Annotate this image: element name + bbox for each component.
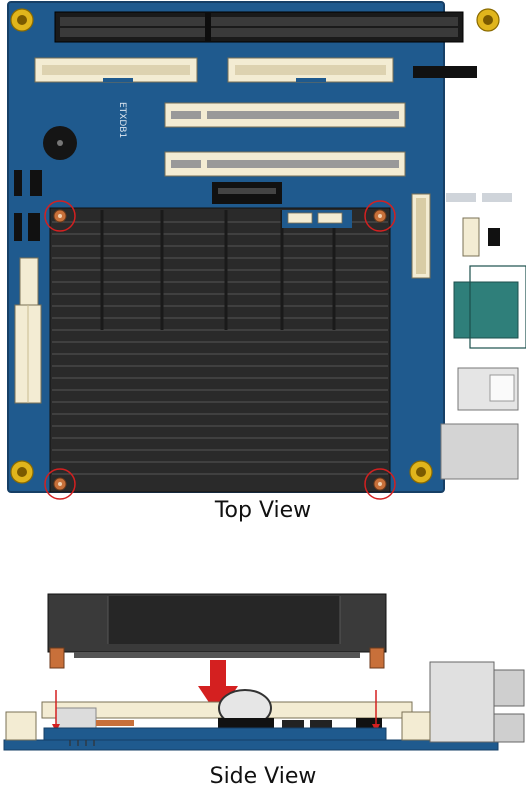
pci-slot-1 <box>164 102 406 128</box>
mounting-screw-top-left <box>10 8 34 32</box>
fan-connectors <box>282 210 352 228</box>
pci-slot-2 <box>164 151 406 177</box>
coin-battery <box>218 689 274 728</box>
ide-header-right <box>227 57 394 83</box>
lan-connector <box>440 423 519 480</box>
side-view-assembly <box>3 593 525 751</box>
carrier-module-pcb <box>43 727 387 741</box>
side-view-caption: Side View <box>209 764 317 789</box>
heatsink-top <box>49 207 391 493</box>
buzzer <box>43 126 77 160</box>
power-connector <box>14 304 42 404</box>
ide-header-left <box>34 57 198 83</box>
mounting-screw-top-right <box>476 8 500 32</box>
standoff-left <box>49 647 65 669</box>
top-view-board: ETXDB1 <box>7 1 526 500</box>
mounting-screw-bottom-left <box>10 460 34 484</box>
sodimm-socket <box>212 182 282 204</box>
isa-slot <box>54 11 464 43</box>
side-connector-left <box>5 711 37 741</box>
top-view-caption: Top View <box>214 498 312 523</box>
side-io-connectors <box>401 661 525 743</box>
standoff-right <box>369 647 385 669</box>
mounting-screw-bottom-right <box>409 460 433 484</box>
small-connector-right <box>462 217 480 257</box>
board-diagram: ETXDB1 <box>3 1 526 751</box>
pin-header-top-right <box>413 66 477 78</box>
heatsink-side <box>47 593 387 658</box>
board-label: ETXDB1 <box>117 102 127 138</box>
vertical-header-right <box>411 193 431 279</box>
vga-connector <box>453 265 526 349</box>
usb-connector <box>457 367 519 411</box>
